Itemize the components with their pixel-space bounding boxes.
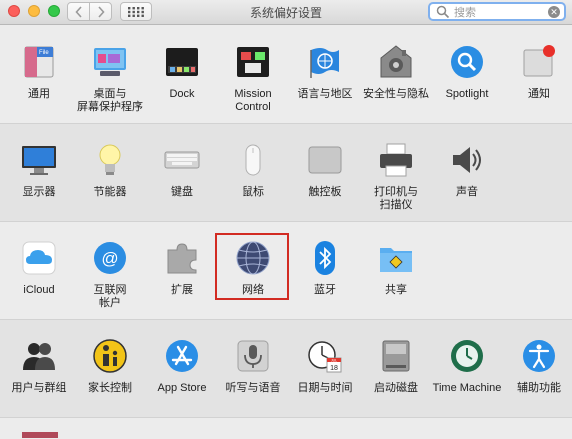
mission-control-icon xyxy=(237,47,269,77)
search-field[interactable]: 搜索 ✕ xyxy=(428,2,566,21)
pane-displays[interactable]: 显示器 xyxy=(3,142,75,199)
mouse-icon xyxy=(245,144,261,176)
pane-desktop-screensaver[interactable]: 桌面与 屏幕保护程序 xyxy=(74,44,146,114)
pane-bluetooth[interactable]: 蓝牙 xyxy=(289,240,361,297)
pane-label: 语言与地区 xyxy=(297,88,353,100)
partial-pane-icon xyxy=(22,432,58,438)
pane-label: 启动磁盘 xyxy=(374,382,418,394)
svg-text:JUL: JUL xyxy=(331,359,337,363)
pane-label: 蓝牙 xyxy=(314,284,336,296)
pane-label: 通知 xyxy=(528,88,550,100)
pane-parental-controls[interactable]: 家长控制 xyxy=(74,338,146,395)
pane-mouse[interactable]: 鼠标 xyxy=(217,142,289,199)
pane-label: 听写与语音 xyxy=(225,382,281,394)
pane-keyboard[interactable]: 键盘 xyxy=(146,142,218,199)
users-groups-icon xyxy=(23,343,55,370)
pane-time-machine[interactable]: Time Machine xyxy=(431,338,503,395)
sharing-icon xyxy=(380,248,412,272)
pane-general[interactable]: File 通用 xyxy=(3,44,75,101)
pane-sound[interactable]: 声音 xyxy=(431,142,503,199)
pane-accessibility[interactable]: 辅助功能 xyxy=(503,338,572,395)
pane-dock[interactable]: Dock xyxy=(146,44,218,101)
pane-security-privacy[interactable]: 安全性与隐私 xyxy=(360,44,432,101)
pane-label: 打印机与 扫描仪 xyxy=(374,186,418,211)
pane-label: 节能器 xyxy=(93,186,127,198)
security-privacy-icon xyxy=(380,45,412,78)
general-icon: File xyxy=(24,46,54,78)
notifications-icon xyxy=(523,45,555,77)
search-icon xyxy=(436,5,450,18)
date-time-icon: JUL 18 xyxy=(308,341,342,373)
time-machine-icon xyxy=(451,340,483,372)
svg-text:File: File xyxy=(39,50,49,56)
icloud-icon xyxy=(22,241,56,275)
dictation-speech-icon xyxy=(237,340,269,372)
pane-mission-control[interactable]: Mission Control xyxy=(217,44,289,114)
pane-users-groups[interactable]: 用户与群组 xyxy=(3,338,75,395)
trackpad-icon xyxy=(308,146,342,174)
printers-scanners-icon xyxy=(380,143,412,177)
pane-trackpad[interactable]: 触控板 xyxy=(289,142,361,199)
desktop-screensaver-icon xyxy=(94,48,126,76)
pane-label: 声音 xyxy=(456,186,478,198)
pane-printers-scanners[interactable]: 打印机与 扫描仪 xyxy=(360,142,432,212)
pane-label: 扩展 xyxy=(171,284,193,296)
pane-label: 日期与时间 xyxy=(297,382,353,394)
pane-app-store[interactable]: App Store xyxy=(146,338,218,395)
pane-label: iCloud xyxy=(23,284,55,296)
pane-label: 触控板 xyxy=(308,186,342,198)
pane-label: 共享 xyxy=(385,284,407,296)
internet-accounts-icon: @ xyxy=(94,242,126,274)
clear-search-icon[interactable]: ✕ xyxy=(548,5,560,18)
section-other xyxy=(0,417,572,439)
pane-label: Dock xyxy=(169,88,195,100)
pane-sharing[interactable]: 共享 xyxy=(360,240,432,297)
pane-label: 互联网 帐户 xyxy=(93,284,127,309)
energy-saver-icon xyxy=(99,144,121,175)
pane-notifications[interactable]: 通知 xyxy=(503,44,572,101)
window-titlebar: 系统偏好设置 搜索 ✕ xyxy=(0,0,572,25)
pane-internet-accounts[interactable]: @ 互联网 帐户 xyxy=(74,240,146,310)
extensions-icon xyxy=(167,243,197,274)
pane-label: 用户与群组 xyxy=(11,382,67,394)
pane-label: 鼠标 xyxy=(242,186,264,198)
pane-label: Time Machine xyxy=(432,382,502,394)
pane-extensions[interactable]: 扩展 xyxy=(146,240,218,297)
keyboard-icon xyxy=(164,151,200,169)
pane-label: 显示器 xyxy=(22,186,56,198)
pane-label: 安全性与隐私 xyxy=(363,88,429,100)
pane-label: 通用 xyxy=(28,88,50,100)
pane-startup-disk[interactable]: 启动磁盘 xyxy=(360,338,432,395)
selection-highlight xyxy=(215,233,289,300)
app-store-icon xyxy=(166,340,198,372)
svg-text:@: @ xyxy=(101,249,118,268)
pane-date-time[interactable]: JUL 18 日期与时间 xyxy=(289,338,361,395)
spotlight-icon xyxy=(451,46,483,78)
pane-spotlight[interactable]: Spotlight xyxy=(431,44,503,101)
accessibility-icon xyxy=(523,340,555,372)
pane-energy-saver[interactable]: 节能器 xyxy=(74,142,146,199)
pane-language-region[interactable]: 语言与地区 xyxy=(289,44,361,101)
displays-icon xyxy=(22,146,56,175)
dock-icon xyxy=(166,48,198,76)
bluetooth-icon xyxy=(315,241,335,275)
startup-disk-icon xyxy=(382,340,410,372)
parental-controls-icon xyxy=(93,339,127,373)
pane-dictation-speech[interactable]: 听写与语音 xyxy=(217,338,289,395)
pane-label: App Store xyxy=(157,382,207,394)
pane-label: Spotlight xyxy=(445,88,489,100)
pane-label: 辅助功能 xyxy=(517,382,561,394)
language-region-icon xyxy=(310,48,339,78)
pane-label: Mission Control xyxy=(234,88,272,113)
pane-label: 家长控制 xyxy=(88,382,132,394)
pane-icloud[interactable]: iCloud xyxy=(3,240,75,297)
pane-label: 键盘 xyxy=(171,186,193,198)
pane-label: 桌面与 屏幕保护程序 xyxy=(77,88,143,113)
sound-icon xyxy=(453,147,481,173)
svg-text:18: 18 xyxy=(330,365,338,372)
search-placeholder: 搜索 xyxy=(454,6,476,19)
